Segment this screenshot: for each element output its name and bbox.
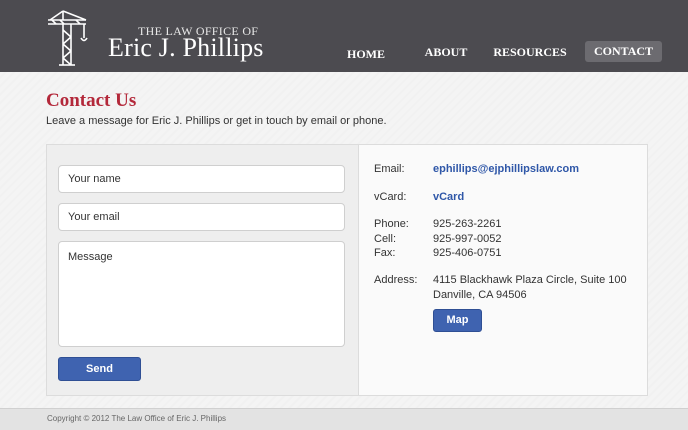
nav-resources[interactable]: RESOURCES (490, 42, 570, 63)
fax-label: Fax: (374, 247, 396, 259)
contact-panel: Send Email: ephillips@ejphillipslaw.com … (46, 144, 648, 396)
address-line1: 4115 Blackhawk Plaza Circle, Suite 100 (433, 274, 627, 286)
email-link[interactable]: ephillips@ejphillipslaw.com (433, 163, 579, 175)
vcard-label: vCard: (374, 191, 407, 203)
cell-label: Cell: (374, 233, 397, 245)
nav-contact[interactable]: CONTACT (585, 41, 662, 62)
contact-form: Send (47, 145, 359, 395)
main-nav: HOME ABOUT RESOURCES CONTACT (0, 41, 688, 63)
email-label: Email: (374, 163, 405, 175)
page-title: Contact Us (46, 90, 137, 111)
address-label: Address: (374, 274, 418, 286)
email-input[interactable] (58, 203, 345, 231)
send-button[interactable]: Send (58, 357, 141, 381)
nav-about[interactable]: ABOUT (418, 42, 474, 63)
page-subtitle: Leave a message for Eric J. Phillips or … (46, 115, 387, 127)
message-input[interactable] (58, 241, 345, 347)
contact-info: Email: ephillips@ejphillipslaw.com vCard… (360, 145, 647, 395)
phone-value: 925-263-2261 (433, 218, 502, 230)
map-button[interactable]: Map (433, 309, 482, 332)
site-header: THE LAW OFFICE OF Eric J. Phillips HOME … (0, 0, 688, 72)
phone-label: Phone: (374, 218, 409, 230)
fax-value: 925-406-0751 (433, 247, 502, 259)
vcard-link[interactable]: vCard (433, 191, 464, 203)
copyright-text: Copyright © 2012 The Law Office of Eric … (47, 414, 227, 423)
site-footer: Copyright © 2012 The Law Office of Eric … (0, 408, 688, 430)
nav-home[interactable]: HOME (340, 44, 392, 65)
name-input[interactable] (58, 165, 345, 193)
address-line2: Danville, CA 94506 (433, 289, 527, 301)
cell-value: 925-997-0052 (433, 233, 502, 245)
